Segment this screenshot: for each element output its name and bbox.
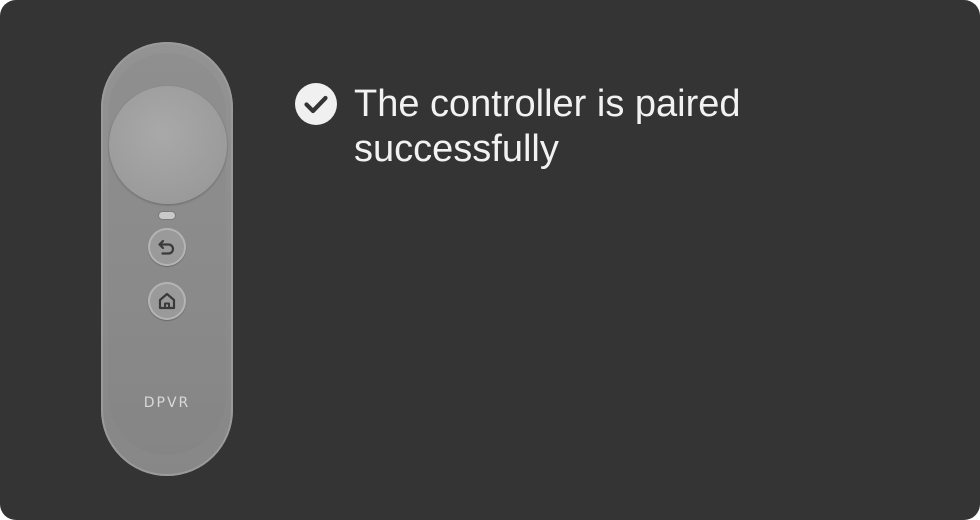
controller-illustration: DPVR: [101, 42, 233, 476]
pairing-dialog: DPVR The controller is paired successful…: [0, 0, 980, 520]
status-led: [159, 212, 175, 219]
pairing-message: The controller is paired successfully: [294, 82, 894, 172]
controller-home-button: [148, 282, 186, 320]
pairing-status-text: The controller is paired successfully: [354, 83, 741, 170]
controller-brand-label: DPVR: [143, 395, 191, 411]
check-circle-icon: [295, 83, 337, 125]
controller-back-button: [148, 228, 186, 266]
touchpad: [109, 86, 227, 204]
home-icon: [158, 292, 176, 310]
back-arrow-icon: [158, 239, 175, 255]
